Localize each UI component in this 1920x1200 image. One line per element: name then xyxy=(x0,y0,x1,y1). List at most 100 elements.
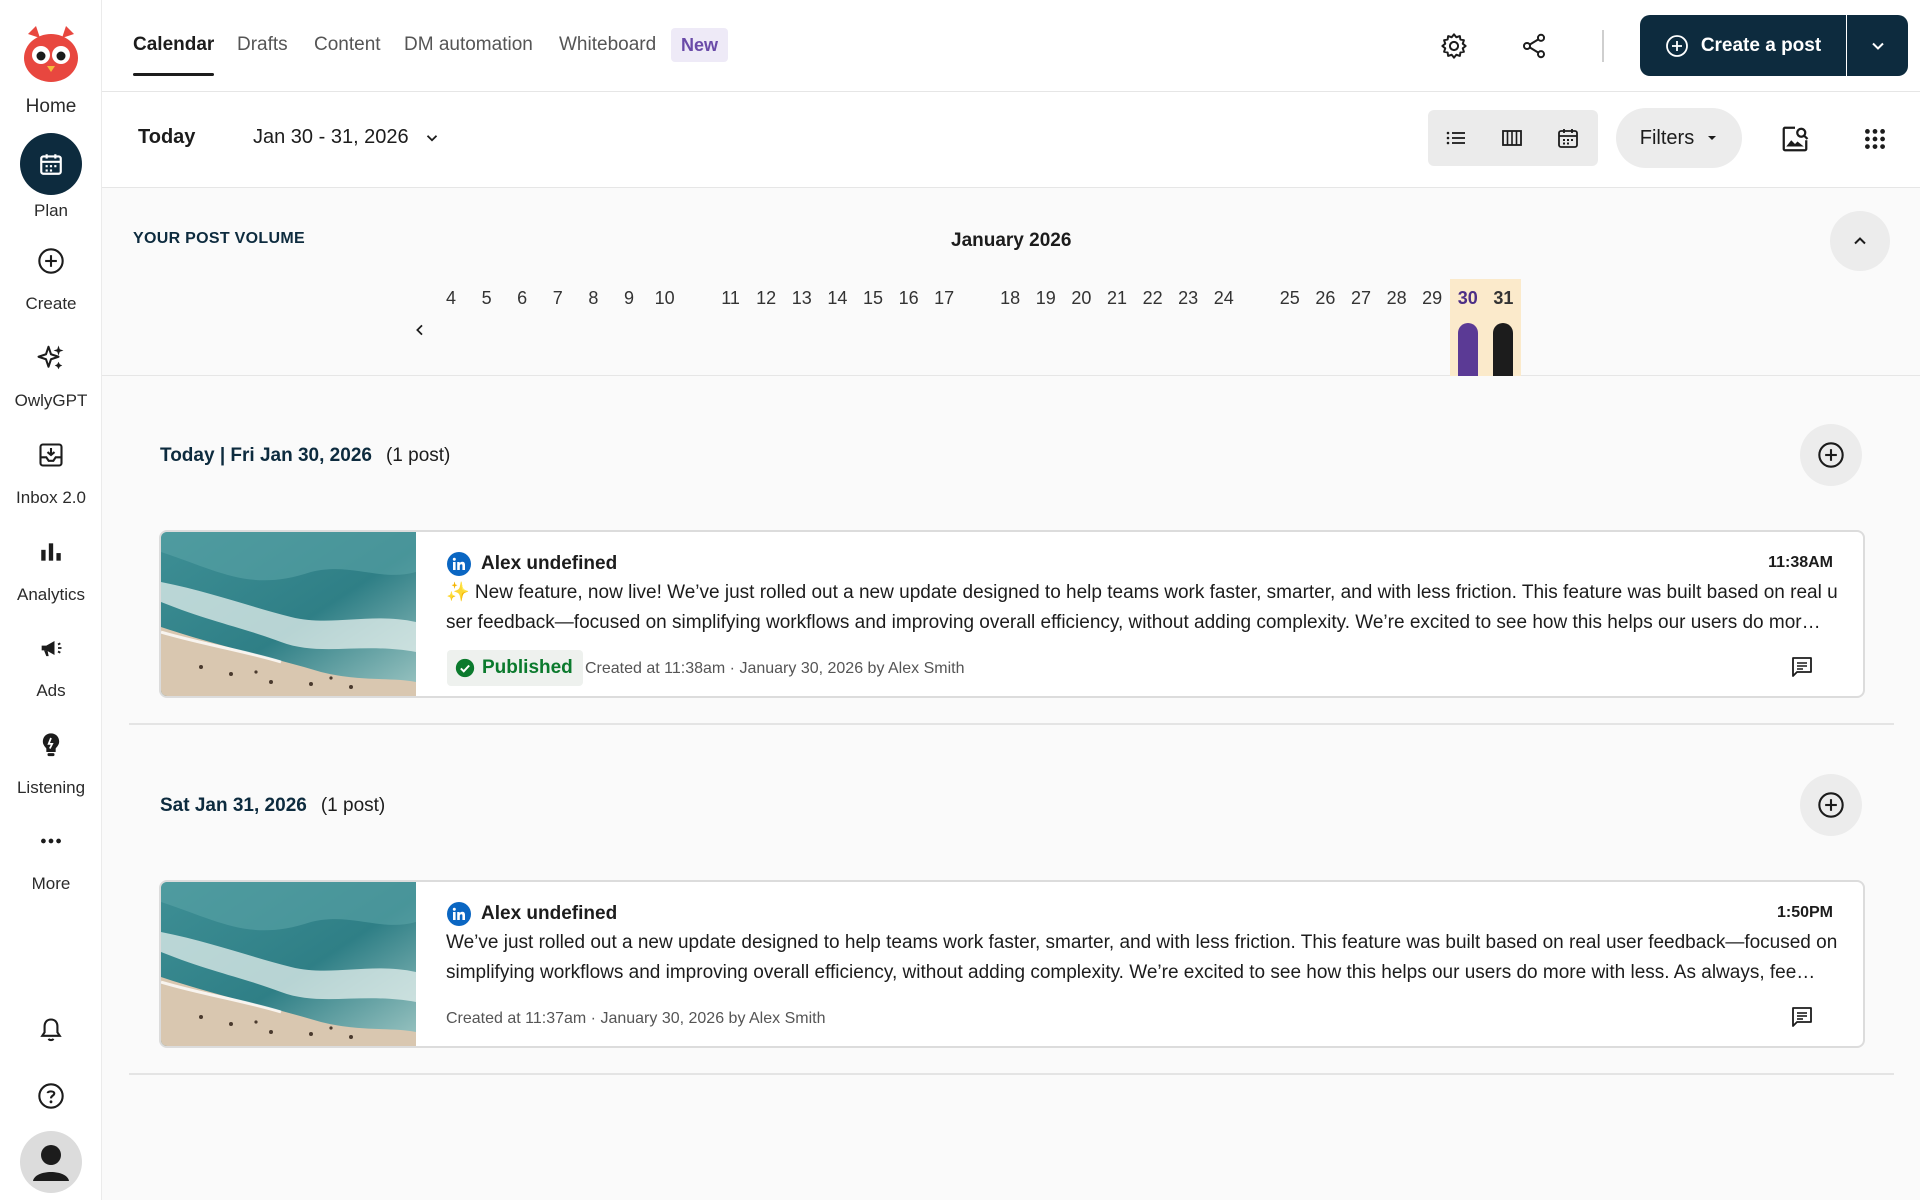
rail-item-more[interactable]: More xyxy=(0,816,102,894)
day-header: Today | Fri Jan 30, 2026 (1 post) xyxy=(160,445,450,467)
post-card[interactable]: Alex undefined 11:38AM ✨ New feature, no… xyxy=(159,530,1865,698)
volume-day-label[interactable]: 26 xyxy=(1308,288,1342,309)
date-range-picker[interactable]: Jan 30 - 31, 2026 xyxy=(253,126,441,149)
day-header-date: Sat Jan 31, 2026 xyxy=(160,795,307,816)
volume-day-label[interactable]: 5 xyxy=(470,288,504,309)
rail-item-plan[interactable]: Plan xyxy=(0,133,102,221)
volume-day-label[interactable]: 14 xyxy=(820,288,854,309)
rail-item-inbox[interactable]: Inbox 2.0 xyxy=(0,430,102,508)
post-author: Alex undefined xyxy=(447,552,617,576)
plus-circle-icon xyxy=(1817,791,1845,819)
week-view-icon[interactable] xyxy=(1484,110,1540,166)
notifications-bell-icon[interactable] xyxy=(0,1016,102,1044)
rail-item-create[interactable]: Create xyxy=(0,236,102,314)
volume-day-label[interactable]: 13 xyxy=(785,288,819,309)
hootsuite-owl-logo[interactable] xyxy=(20,22,82,84)
volume-day-label[interactable]: 4 xyxy=(434,288,468,309)
megaphone-icon xyxy=(26,623,76,673)
volume-day-label[interactable]: 23 xyxy=(1171,288,1205,309)
collapse-volume-button[interactable] xyxy=(1830,211,1890,271)
rail-item-listening[interactable]: Listening xyxy=(0,720,102,798)
volume-day-label[interactable]: 24 xyxy=(1207,288,1241,309)
volume-day-label[interactable]: 9 xyxy=(612,288,646,309)
volume-day-label[interactable]: 21 xyxy=(1100,288,1134,309)
volume-day-label[interactable]: 20 xyxy=(1064,288,1098,309)
lightbulb-icon xyxy=(26,720,76,770)
home-label[interactable]: Home xyxy=(0,96,102,118)
volume-day-label[interactable]: 22 xyxy=(1136,288,1170,309)
post-volume-bar[interactable] xyxy=(1493,323,1514,376)
tab-whiteboard[interactable]: Whiteboard xyxy=(559,34,656,56)
divider xyxy=(1602,30,1604,62)
tab-drafts[interactable]: Drafts xyxy=(237,34,288,56)
section-divider xyxy=(129,723,1894,725)
today-button[interactable]: Today xyxy=(138,126,195,149)
post-text-line: simplifying workflows and improving over… xyxy=(446,962,1816,983)
volume-day-label[interactable]: 8 xyxy=(576,288,610,309)
volume-day-label[interactable]: 12 xyxy=(749,288,783,309)
apps-grid-icon[interactable] xyxy=(1856,120,1894,158)
month-view-icon[interactable] xyxy=(1540,110,1596,166)
volume-day-label[interactable]: 7 xyxy=(541,288,575,309)
rail-item-analytics[interactable]: Analytics xyxy=(0,527,102,605)
rail-label: Inbox 2.0 xyxy=(16,488,86,507)
post-volume-title: YOUR POST VOLUME xyxy=(133,230,305,247)
plus-circle-icon xyxy=(1817,441,1845,469)
rail-item-ads[interactable]: Ads xyxy=(0,623,102,701)
tab-content[interactable]: Content xyxy=(314,34,381,56)
volume-day-label[interactable]: 28 xyxy=(1380,288,1414,309)
settings-gear-icon[interactable] xyxy=(1436,28,1472,64)
post-card[interactable]: Alex undefined 1:50PM We’ve just rolled … xyxy=(159,880,1865,1048)
post-author-name: Alex undefined xyxy=(481,553,618,574)
status-label: Published xyxy=(482,657,573,678)
image-search-icon[interactable] xyxy=(1776,120,1814,158)
volume-day-label[interactable]: 31 xyxy=(1486,288,1520,309)
day-header: Sat Jan 31, 2026 (1 post) xyxy=(160,795,385,817)
previous-month-chevron-icon[interactable] xyxy=(408,318,432,342)
comment-icon[interactable] xyxy=(1789,1004,1815,1030)
active-tab-indicator xyxy=(133,73,214,76)
avatar[interactable] xyxy=(0,1131,102,1193)
section-divider xyxy=(129,1073,1894,1075)
volume-day-label[interactable]: 19 xyxy=(1029,288,1063,309)
day-header-date: Today | Fri Jan 30, 2026 xyxy=(160,445,372,466)
volume-day-label[interactable]: 6 xyxy=(505,288,539,309)
volume-day-label[interactable]: 30 xyxy=(1451,288,1485,309)
post-author: Alex undefined xyxy=(447,902,617,926)
share-icon[interactable] xyxy=(1516,28,1552,64)
volume-day-label[interactable]: 15 xyxy=(856,288,890,309)
list-view-icon[interactable] xyxy=(1428,110,1484,166)
post-text: ✨ New feature, now live! We’ve just roll… xyxy=(446,578,1838,638)
volume-day-label[interactable]: 18 xyxy=(993,288,1027,309)
rail-label: OwlyGPT xyxy=(14,391,88,410)
help-question-icon[interactable] xyxy=(0,1082,102,1110)
filters-label: Filters xyxy=(1639,126,1695,149)
date-range-label: Jan 30 - 31, 2026 xyxy=(253,126,409,148)
linkedin-icon xyxy=(447,902,471,926)
add-post-button[interactable] xyxy=(1800,774,1862,836)
create-post-button[interactable]: Create a post xyxy=(1640,15,1846,76)
volume-day-label[interactable]: 25 xyxy=(1273,288,1307,309)
volume-day-label[interactable]: 16 xyxy=(892,288,926,309)
beach-photo-thumbnail xyxy=(161,882,416,1046)
create-post-dropdown[interactable] xyxy=(1847,15,1908,76)
post-created-info: Created at 11:37am · January 30, 2026 by… xyxy=(446,1010,826,1027)
rail-item-owlygpt[interactable]: OwlyGPT xyxy=(0,333,102,411)
rail-label: Ads xyxy=(36,681,66,700)
volume-day-label[interactable]: 17 xyxy=(927,288,961,309)
volume-day-label[interactable]: 29 xyxy=(1415,288,1449,309)
volume-day-label[interactable]: 11 xyxy=(714,288,748,309)
beach-photo-thumbnail xyxy=(161,532,416,696)
post-text-line: ✨ New feature, now live! We’ve just roll… xyxy=(446,582,1838,603)
tab-dm-automation[interactable]: DM automation xyxy=(404,34,533,56)
add-post-button[interactable] xyxy=(1800,424,1862,486)
calendar-toolbar: Today Jan 30 - 31, 2026 Filters xyxy=(102,92,1920,188)
volume-day-label[interactable]: 27 xyxy=(1344,288,1378,309)
post-volume-bar[interactable] xyxy=(1457,323,1478,376)
tab-calendar[interactable]: Calendar xyxy=(133,34,214,56)
comment-icon[interactable] xyxy=(1789,654,1815,680)
volume-day-label[interactable]: 10 xyxy=(648,288,682,309)
more-dots-icon xyxy=(26,816,76,866)
filters-button[interactable]: Filters xyxy=(1616,108,1742,168)
check-circle-icon xyxy=(455,658,475,678)
